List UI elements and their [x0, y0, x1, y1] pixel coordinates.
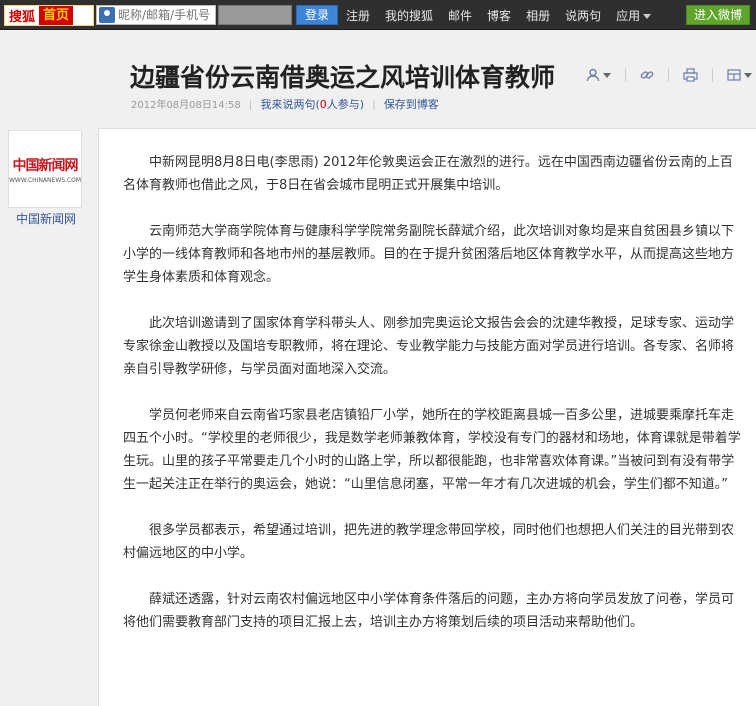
chevron-down-icon	[643, 13, 652, 19]
publish-date: 2012年08月08日14:58	[131, 100, 241, 111]
author-name-link[interactable]: 中国新闻网	[16, 210, 76, 227]
chevron-down-icon	[603, 72, 611, 78]
link-icon	[640, 71, 654, 79]
print-icon	[683, 68, 698, 82]
toolbar-divider	[668, 68, 669, 82]
login-field[interactable]	[96, 5, 216, 25]
article-body: 中新网昆明8月8日电(李思雨) 2012年伦敦奥运会正在激烈的进行。远在中国西南…	[98, 128, 756, 706]
top-bar: 搜狐 首页 登录 注册 我的搜狐 邮件 博客 相册 说两句 应用 进入微博	[0, 0, 756, 30]
layout-menu-button[interactable]	[727, 68, 752, 82]
author-avatar[interactable]: 中国新闻网 WWW.CHINANEWS.COM	[8, 130, 82, 208]
user-avatar-icon	[99, 7, 115, 23]
print-button[interactable]	[683, 68, 698, 82]
password-field[interactable]	[218, 5, 292, 25]
nav-mail[interactable]: 邮件	[448, 7, 472, 24]
save-to-blog-link[interactable]: 保存到博客	[384, 98, 439, 111]
nav-register[interactable]: 注册	[346, 7, 370, 24]
home-link[interactable]: 首页	[39, 6, 74, 25]
article-toolbar	[586, 68, 756, 82]
comment-count: 0	[319, 98, 327, 111]
user-icon	[586, 68, 600, 82]
toolbar-divider	[712, 68, 713, 82]
article-paragraph: 中新网昆明8月8日电(李思雨) 2012年伦敦奥运会正在激烈的进行。远在中国西南…	[123, 155, 733, 193]
nav-blog[interactable]: 博客	[487, 7, 511, 24]
login-button[interactable]: 登录	[296, 5, 338, 25]
article-paragraph: 学员何老师来自云南省巧家县老店镇铅厂小学，她所在的学校距离县城一百多公里，进城要…	[123, 408, 741, 492]
article-paragraph: 云南师范大学商学院体育与健康科学学院常务副院长薛斌介绍，此次培训对象均是来自贫困…	[123, 224, 735, 285]
article-paragraph: 很多学员都表示，希望通过培训，把先进的教学理念带回学校，同时他们也想把人们关注的…	[123, 523, 735, 561]
author-menu-button[interactable]	[586, 68, 611, 82]
article-paragraph: 此次培训邀请到了国家体育学科带头人、刚参加完奥运论文报告会会的沈建华教授，足球专…	[123, 316, 735, 377]
copy-link-button[interactable]	[640, 68, 654, 82]
nav-apps[interactable]: 应用	[616, 7, 652, 24]
chinanews-logo-url: WWW.CHINANEWS.COM	[8, 176, 82, 184]
top-nav: 注册 我的搜狐 邮件 博客 相册 说两句 应用	[346, 0, 666, 30]
chevron-down-icon	[744, 72, 752, 78]
article-title: 边疆省份云南借奥运之风培训体育教师	[130, 63, 556, 92]
layout-icon	[727, 69, 741, 81]
chinanews-logo: 中国新闻网	[12, 157, 79, 174]
meta-divider: |	[372, 100, 376, 111]
meta-divider: |	[248, 100, 253, 111]
login-input[interactable]	[118, 8, 214, 22]
comment-link[interactable]: 我来说两句(0人参与)	[260, 98, 364, 111]
sohu-logo[interactable]: 搜狐 首页	[4, 5, 94, 26]
nav-my-sohu[interactable]: 我的搜狐	[385, 7, 433, 24]
nav-comments[interactable]: 说两句	[565, 7, 601, 24]
toolbar-divider	[625, 68, 626, 82]
nav-album[interactable]: 相册	[526, 7, 550, 24]
brand-label: 搜狐	[9, 10, 36, 25]
article-paragraph: 薛斌还透露，针对云南农村偏远地区中小学体育条件落后的问题，主办方将向学员发放了问…	[123, 592, 735, 630]
article-meta: 2012年08月08日14:58 | 我来说两句(0人参与) | 保存到博客	[131, 96, 439, 112]
enter-weibo-button[interactable]: 进入微博	[686, 5, 750, 25]
